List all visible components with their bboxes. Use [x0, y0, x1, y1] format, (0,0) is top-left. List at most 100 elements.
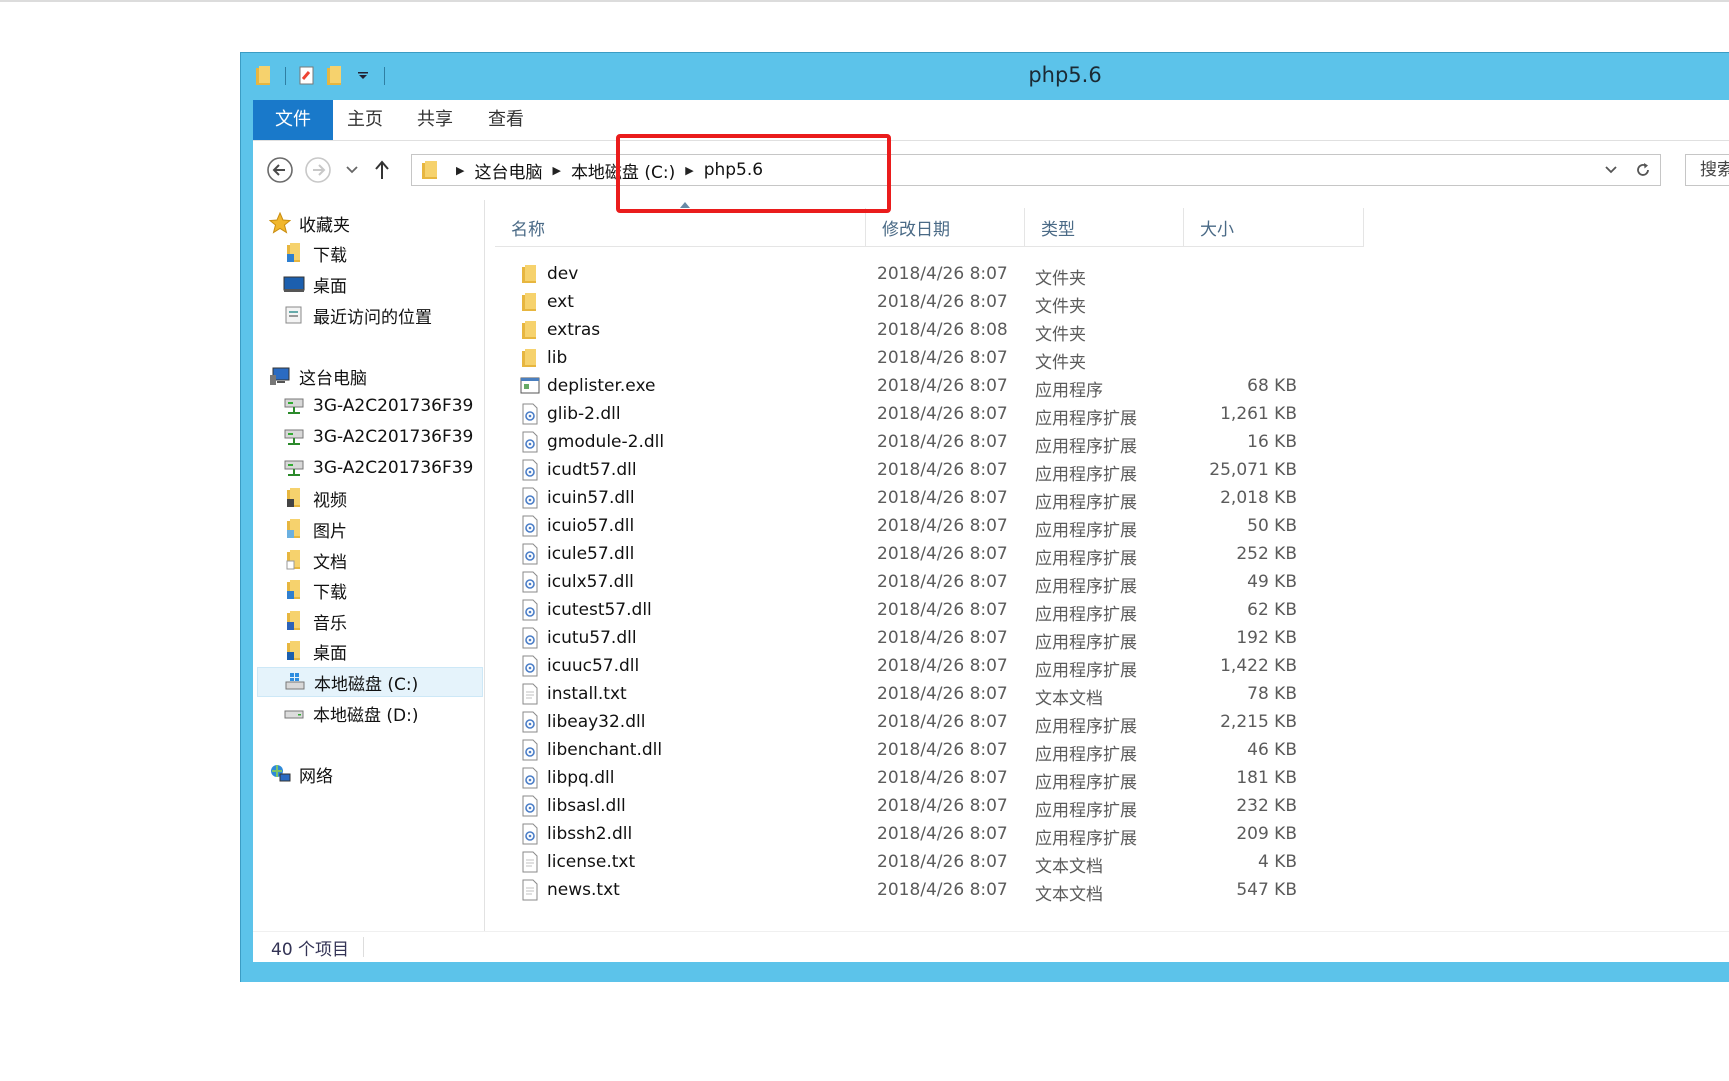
- file-date: 2018/4/26 8:07: [877, 432, 1008, 452]
- file-type: 应用程序扩展: [1035, 465, 1137, 485]
- pictures-folder-icon: [281, 518, 307, 540]
- file-row[interactable]: icudt57.dll 2018/4/26 8:07 应用程序扩展 25,071 KB: [495, 456, 1395, 485]
- file-type: 文件夹: [1035, 269, 1086, 289]
- file-row[interactable]: icule57.dll 2018/4/26 8:07 应用程序扩展 252 KB: [495, 540, 1395, 569]
- file-type: 文件夹: [1035, 353, 1086, 373]
- nav-local-disk-c[interactable]: 本地磁盘 (C:): [257, 667, 483, 697]
- network-icon: [267, 763, 293, 785]
- column-header-date[interactable]: 修改日期: [866, 208, 1025, 246]
- file-row[interactable]: libpq.dll 2018/4/26 8:07 应用程序扩展 181 KB: [495, 764, 1395, 793]
- file-row[interactable]: libenchant.dll 2018/4/26 8:07 应用程序扩展 46 KB: [495, 736, 1395, 765]
- file-size: 62 KB: [1247, 600, 1297, 620]
- file-row[interactable]: ext 2018/4/26 8:07 文件夹: [495, 288, 1395, 317]
- file-row[interactable]: libsasl.dll 2018/4/26 8:07 应用程序扩展 232 KB: [495, 792, 1395, 821]
- file-date: 2018/4/26 8:07: [877, 600, 1008, 620]
- file-type: 文本文档: [1035, 689, 1103, 709]
- file-list: 名称 修改日期 类型 大小 dev 2018/4/26 8:07 文件夹 ext 201…: [485, 200, 1729, 932]
- file-row[interactable]: icuio57.dll 2018/4/26 8:07 应用程序扩展 50 KB: [495, 512, 1395, 541]
- breadcrumb-arrow-icon[interactable]: ▶: [456, 164, 464, 177]
- column-header-size[interactable]: 大小: [1184, 208, 1364, 246]
- file-row[interactable]: icutu57.dll 2018/4/26 8:07 应用程序扩展 192 KB: [495, 624, 1395, 653]
- file-type: 应用程序扩展: [1035, 549, 1137, 569]
- file-date: 2018/4/26 8:07: [877, 292, 1008, 312]
- dll-icon: [519, 627, 541, 649]
- file-size: 252 KB: [1236, 544, 1297, 564]
- navigation-pane: 收藏夹 下载 桌面 最近访问的位置 这台电脑 3G-A2C201736F39 3…: [253, 200, 485, 932]
- file-row[interactable]: news.txt 2018/4/26 8:07 文本文档 547 KB: [495, 876, 1395, 905]
- nav-favorites[interactable]: 收藏夹: [267, 208, 350, 238]
- file-row[interactable]: install.txt 2018/4/26 8:07 文本文档 78 KB: [495, 680, 1395, 709]
- file-date: 2018/4/26 8:07: [877, 824, 1008, 844]
- file-size: 232 KB: [1236, 796, 1297, 816]
- network-drive-icon: [281, 457, 307, 479]
- title-bar[interactable]: php5.6: [241, 53, 1729, 100]
- recent-locations-button[interactable]: [337, 155, 367, 185]
- status-bar: 40 个项目: [253, 931, 1729, 962]
- file-name: gmodule-2.dll: [547, 432, 665, 452]
- nav-recent-places[interactable]: 最近访问的位置: [281, 300, 432, 330]
- file-row[interactable]: libssh2.dll 2018/4/26 8:07 应用程序扩展 209 KB: [495, 820, 1395, 849]
- ribbon-tabs: 文件 主页 共享 查看: [253, 100, 1729, 140]
- file-row[interactable]: extras 2018/4/26 8:08 文件夹: [495, 316, 1395, 345]
- tab-view[interactable]: 查看: [488, 100, 524, 140]
- file-size: 25,071 KB: [1209, 460, 1297, 480]
- nav-local-disk-d[interactable]: 本地磁盘 (D:): [281, 698, 419, 728]
- tab-home[interactable]: 主页: [347, 100, 383, 140]
- file-row[interactable]: icuuc57.dll 2018/4/26 8:07 应用程序扩展 1,422 KB: [495, 652, 1395, 681]
- file-row[interactable]: license.txt 2018/4/26 8:07 文本文档 4 KB: [495, 848, 1395, 877]
- navigation-bar: ▶ 这台电脑 ▶ 本地磁盘 (C:) ▶ php5.6 搜索: [253, 140, 1729, 200]
- window-title: php5.6: [1028, 63, 1102, 87]
- file-row[interactable]: dev 2018/4/26 8:07 文件夹: [495, 260, 1395, 289]
- column-header-name[interactable]: 名称: [495, 208, 866, 246]
- breadcrumb-arrow-icon[interactable]: ▶: [552, 164, 560, 177]
- nav-documents[interactable]: 文档: [281, 545, 347, 575]
- file-type: 应用程序扩展: [1035, 745, 1137, 765]
- nav-this-pc[interactable]: 这台电脑: [267, 361, 367, 391]
- nav-videos[interactable]: 视频: [281, 483, 347, 513]
- file-row[interactable]: icuin57.dll 2018/4/26 8:07 应用程序扩展 2,018 KB: [495, 484, 1395, 513]
- nav-network[interactable]: 网络: [267, 759, 333, 789]
- nav-desktop-pc[interactable]: 桌面: [281, 636, 347, 666]
- file-date: 2018/4/26 8:07: [877, 572, 1008, 592]
- dll-icon: [519, 739, 541, 761]
- file-row[interactable]: lib 2018/4/26 8:07 文件夹: [495, 344, 1395, 373]
- tab-share[interactable]: 共享: [417, 100, 453, 140]
- nav-pictures[interactable]: 图片: [281, 514, 347, 544]
- file-size: 46 KB: [1247, 740, 1297, 760]
- folder-icon: [519, 319, 541, 341]
- address-bar[interactable]: ▶ 这台电脑 ▶ 本地磁盘 (C:) ▶ php5.6: [411, 154, 1661, 186]
- file-row[interactable]: glib-2.dll 2018/4/26 8:07 应用程序扩展 1,261 KB: [495, 400, 1395, 429]
- file-date: 2018/4/26 8:07: [877, 628, 1008, 648]
- back-button[interactable]: [265, 155, 295, 185]
- recent-places-icon: [281, 304, 307, 326]
- nav-downloads-pc[interactable]: 下载: [281, 575, 347, 605]
- file-type: 应用程序扩展: [1035, 493, 1137, 513]
- up-button[interactable]: [367, 155, 397, 185]
- file-row[interactable]: gmodule-2.dll 2018/4/26 8:07 应用程序扩展 16 KB: [495, 428, 1395, 457]
- forward-button[interactable]: [303, 155, 333, 185]
- file-size: 78 KB: [1247, 684, 1297, 704]
- nav-network-drive-2[interactable]: 3G-A2C201736F39: [281, 422, 473, 452]
- column-header-type[interactable]: 类型: [1025, 208, 1184, 246]
- file-name: libenchant.dll: [547, 740, 663, 760]
- file-size: 181 KB: [1236, 768, 1297, 788]
- nav-network-drive-3[interactable]: 3G-A2C201736F39: [281, 453, 473, 483]
- refresh-icon[interactable]: [1626, 161, 1660, 179]
- file-type: 应用程序扩展: [1035, 717, 1137, 737]
- dll-icon: [519, 767, 541, 789]
- file-row[interactable]: iculx57.dll 2018/4/26 8:07 应用程序扩展 49 KB: [495, 568, 1395, 597]
- breadcrumb-this-pc[interactable]: 这台电脑: [474, 158, 542, 183]
- nav-desktop[interactable]: 桌面: [281, 269, 347, 299]
- tab-file[interactable]: 文件: [253, 100, 333, 140]
- nav-network-drive-1[interactable]: 3G-A2C201736F39: [281, 391, 473, 421]
- search-input[interactable]: 搜索: [1685, 154, 1729, 186]
- address-dropdown-icon[interactable]: [1596, 165, 1626, 175]
- file-row[interactable]: icutest57.dll 2018/4/26 8:07 应用程序扩展 62 KB: [495, 596, 1395, 625]
- back-arrow-icon: [267, 157, 293, 183]
- dll-icon: [519, 571, 541, 593]
- nav-music[interactable]: 音乐: [281, 606, 347, 636]
- file-row[interactable]: deplister.exe 2018/4/26 8:07 应用程序 68 KB: [495, 372, 1395, 401]
- nav-downloads[interactable]: 下载: [281, 238, 347, 268]
- file-date: 2018/4/26 8:08: [877, 320, 1008, 340]
- file-row[interactable]: libeay32.dll 2018/4/26 8:07 应用程序扩展 2,215 KB: [495, 708, 1395, 737]
